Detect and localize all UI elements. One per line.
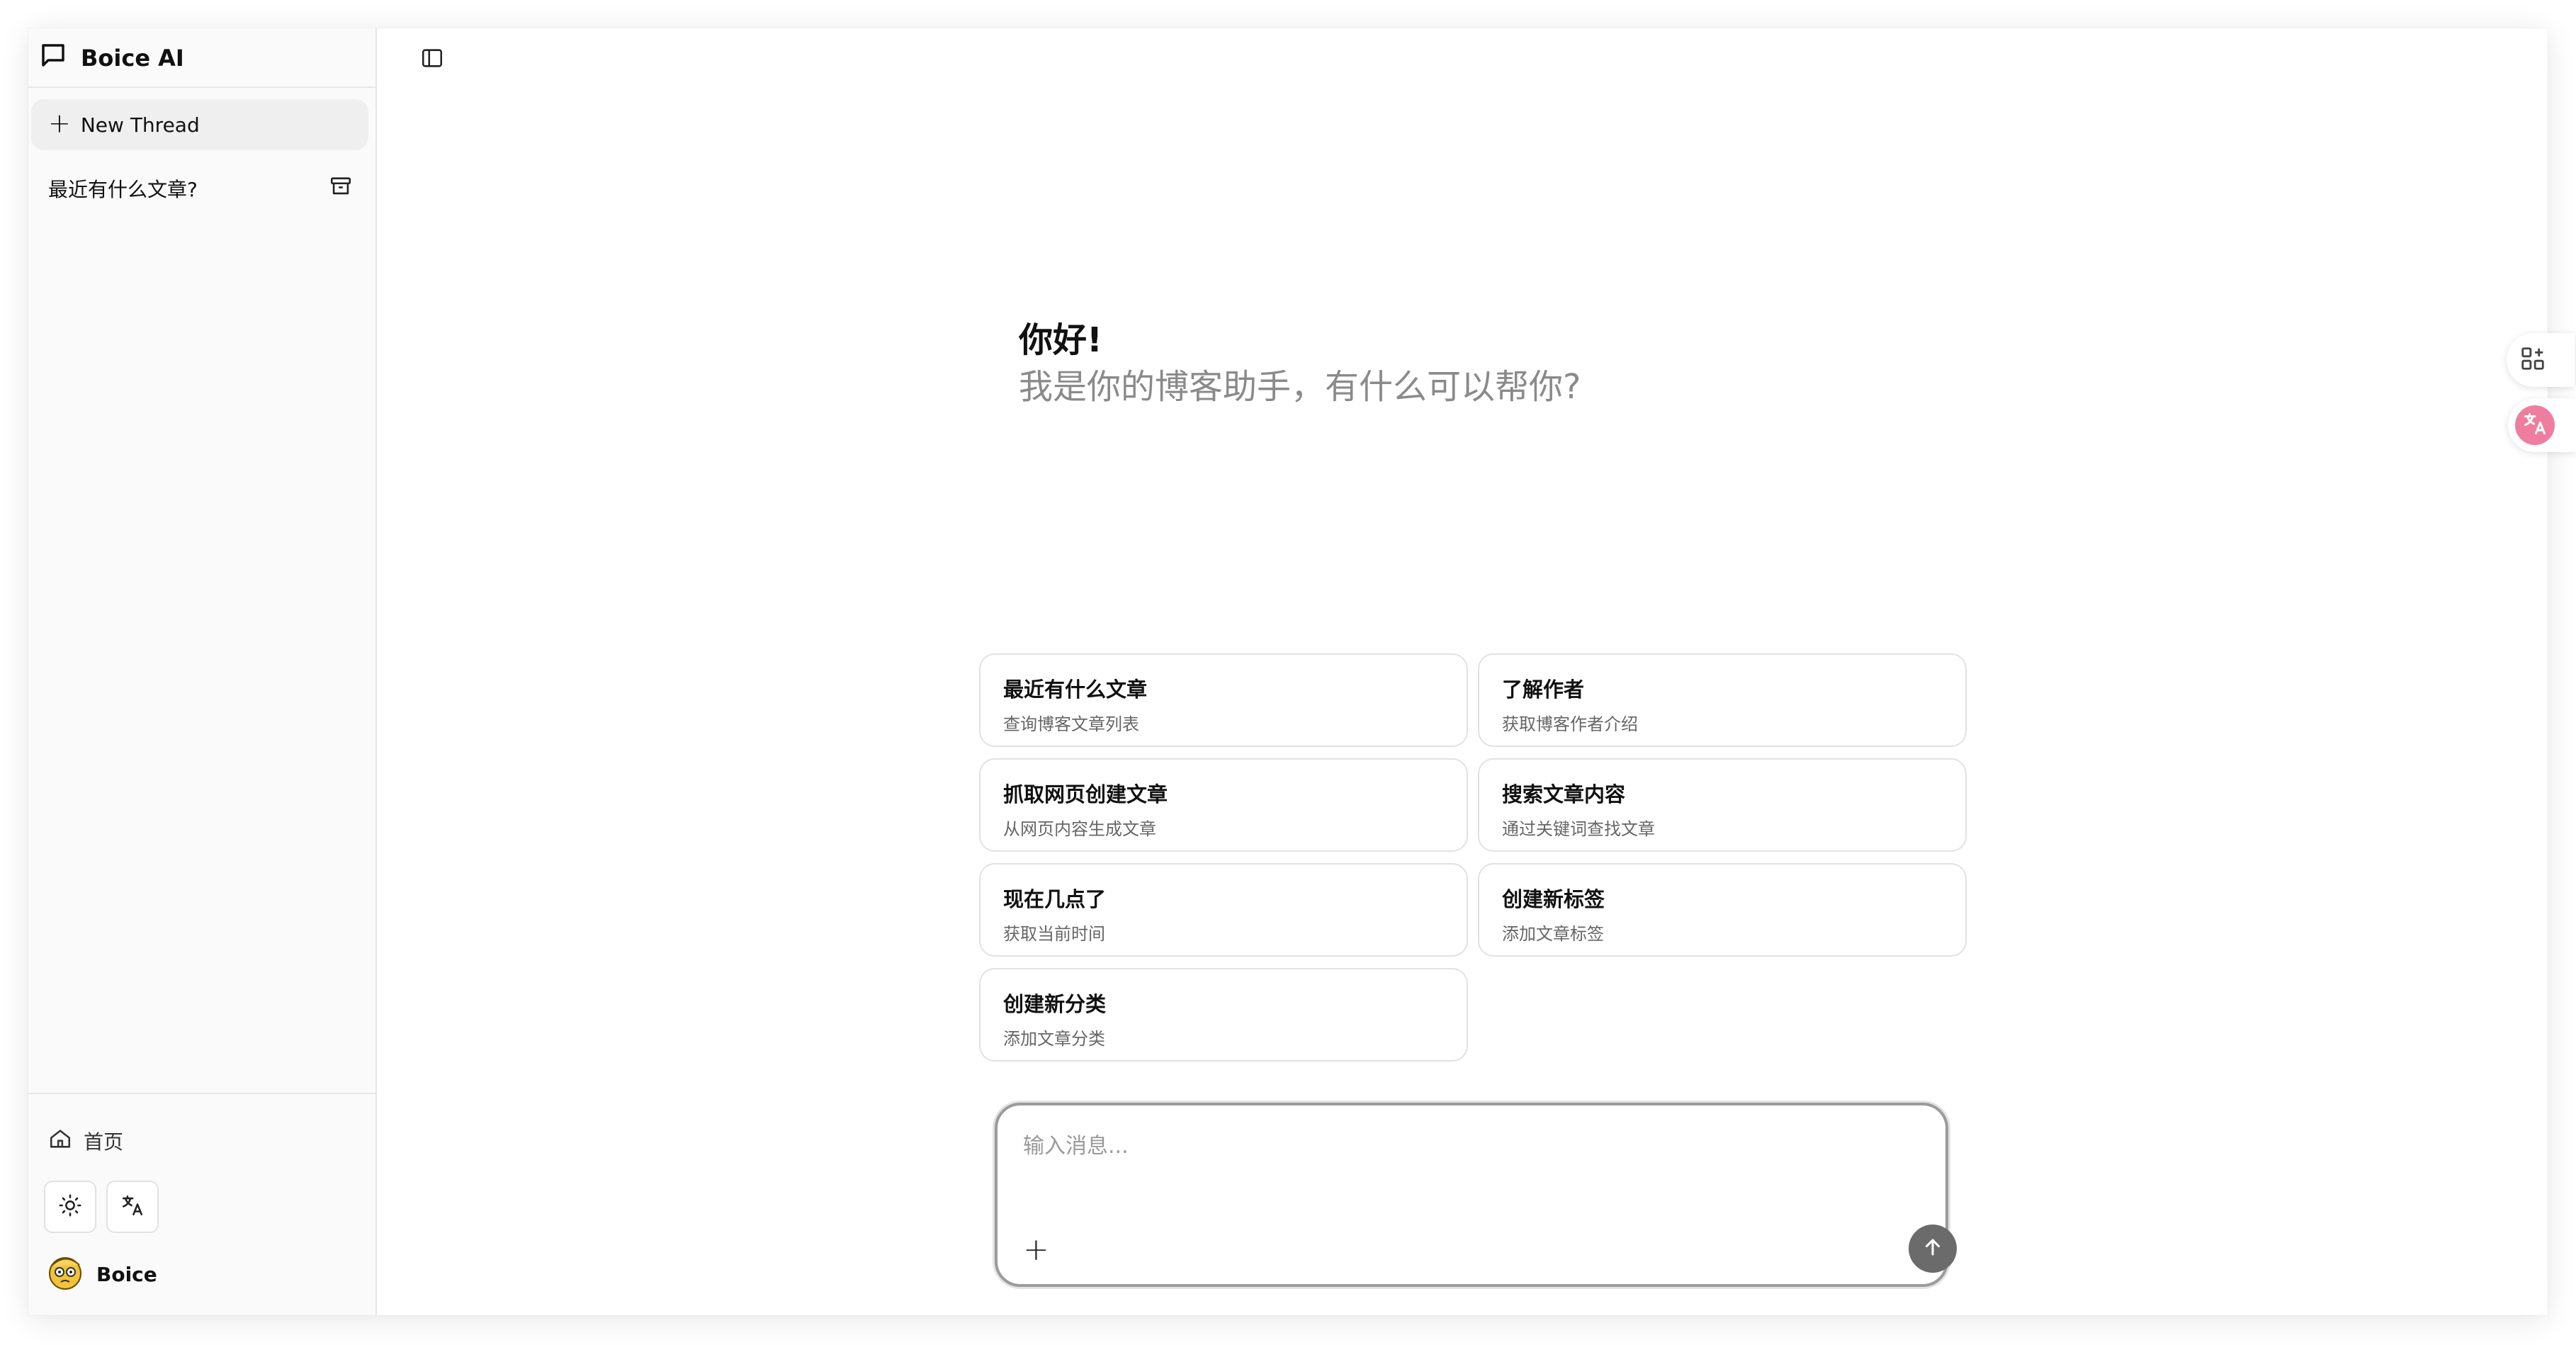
suggestion-desc: 添加文章标签: [1502, 924, 1604, 944]
translate-badge: [2515, 405, 2555, 445]
suggestion-card[interactable]: 最近有什么文章 查询博客文章列表: [979, 653, 1468, 747]
home-icon: [48, 1127, 72, 1156]
home-link[interactable]: 首页: [48, 1120, 123, 1162]
sun-icon: [58, 1193, 82, 1220]
suggestion-desc: 添加文章分类: [1003, 1029, 1105, 1049]
divider: [28, 86, 375, 88]
message-composer: +: [995, 1103, 1957, 1287]
suggestion-desc: 查询博客文章列表: [1003, 714, 1139, 734]
suggestion-title: 创建新标签: [1502, 887, 1605, 911]
suggestion-card[interactable]: 创建新标签 添加文章标签: [1478, 863, 1967, 957]
new-thread-button[interactable]: + New Thread: [31, 99, 368, 150]
suggestion-title: 最近有什么文章: [1003, 677, 1148, 702]
suggestion-title: 现在几点了: [1003, 887, 1107, 911]
brand[interactable]: Boice AI: [38, 28, 371, 88]
home-label: 首页: [84, 1130, 124, 1154]
suggestion-desc: 获取当前时间: [1003, 924, 1105, 944]
sidebar: Boice AI + New Thread 最近有什么文章? 首页 Boice: [28, 28, 377, 1315]
suggestion-card[interactable]: 现在几点了 获取当前时间: [979, 863, 1468, 957]
plus-icon: +: [48, 108, 71, 139]
app-title: Boice AI: [81, 45, 184, 72]
attach-button[interactable]: +: [1023, 1234, 1049, 1266]
suggestion-card[interactable]: 搜索文章内容 通过关键词查找文章: [1478, 758, 1967, 852]
sidebar-toggle-button[interactable]: [411, 38, 453, 81]
language-button[interactable]: [106, 1181, 159, 1233]
message-input[interactable]: [1022, 1124, 1860, 1168]
archive-icon[interactable]: [329, 174, 353, 203]
sidebar-panel-icon: [420, 46, 444, 73]
send-button[interactable]: [1909, 1225, 1957, 1273]
floating-translate-button[interactable]: [2508, 398, 2576, 452]
greeting-subtitle: 我是你的博客助手，有什么可以帮你?: [1019, 367, 1581, 407]
thread-title: 最近有什么文章?: [48, 178, 198, 201]
thread-item[interactable]: 最近有什么文章?: [31, 163, 368, 214]
arrow-up-icon: [1921, 1235, 1945, 1262]
suggestion-desc: 获取博客作者介绍: [1502, 714, 1638, 734]
apps-add-icon: [2519, 345, 2546, 375]
user-profile[interactable]: Boice: [45, 1251, 157, 1297]
suggestion-title: 了解作者: [1502, 677, 1585, 702]
translate-icon: [120, 1193, 145, 1220]
translate-icon: [2522, 411, 2548, 439]
avatar: [45, 1252, 85, 1297]
theme-toggle-button[interactable]: [44, 1181, 96, 1233]
greeting-title: 你好!: [1019, 320, 1102, 360]
user-name: Boice: [96, 1262, 157, 1286]
suggestion-desc: 通过关键词查找文章: [1502, 819, 1655, 839]
suggestion-title: 创建新分类: [1003, 992, 1107, 1016]
floating-widget-button[interactable]: [2507, 333, 2575, 387]
suggestion-title: 抓取网页创建文章: [1003, 782, 1168, 806]
suggestion-card[interactable]: 了解作者 获取博客作者介绍: [1478, 653, 1967, 747]
suggestion-title: 搜索文章内容: [1502, 782, 1626, 806]
new-thread-label: New Thread: [80, 113, 200, 137]
suggestion-desc: 从网页内容生成文章: [1003, 819, 1156, 839]
app-window: Boice AI + New Thread 最近有什么文章? 首页 Boice …: [28, 28, 2548, 1315]
suggestion-card[interactable]: 创建新分类 添加文章分类: [979, 968, 1468, 1062]
suggestion-card[interactable]: 抓取网页创建文章 从网页内容生成文章: [979, 758, 1468, 852]
chat-bubble-icon: [38, 40, 68, 76]
divider: [28, 1093, 375, 1094]
